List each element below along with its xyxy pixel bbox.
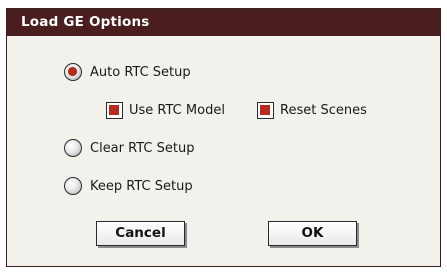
auto-rtc-setup-label: Auto RTC Setup [90, 64, 191, 80]
clear-rtc-setup-label: Clear RTC Setup [90, 140, 195, 156]
dialog-title: Load GE Options [7, 9, 440, 36]
auto-rtc-setup-option[interactable]: Auto RTC Setup [64, 63, 191, 81]
clear-rtc-setup-option[interactable]: Clear RTC Setup [64, 139, 194, 157]
reset-scenes-label: Reset Scenes [280, 103, 367, 118]
ok-button[interactable]: OK [268, 221, 357, 246]
load-ge-options-dialog: Load GE Options Auto RTC Setup Use RTC M… [6, 8, 441, 267]
radio-unselected-icon[interactable] [64, 177, 82, 195]
keep-rtc-setup-label: Keep RTC Setup [90, 178, 193, 194]
cancel-button[interactable]: Cancel [96, 221, 185, 246]
radio-selected-icon[interactable] [64, 63, 82, 81]
checkbox-checked-icon[interactable] [106, 102, 123, 119]
use-rtc-model-label: Use RTC Model [129, 103, 225, 118]
checkbox-checked-icon[interactable] [257, 102, 274, 119]
use-rtc-model-option[interactable]: Use RTC Model [106, 102, 225, 119]
keep-rtc-setup-option[interactable]: Keep RTC Setup [64, 177, 193, 195]
radio-unselected-icon[interactable] [64, 139, 82, 157]
reset-scenes-option[interactable]: Reset Scenes [257, 102, 367, 119]
